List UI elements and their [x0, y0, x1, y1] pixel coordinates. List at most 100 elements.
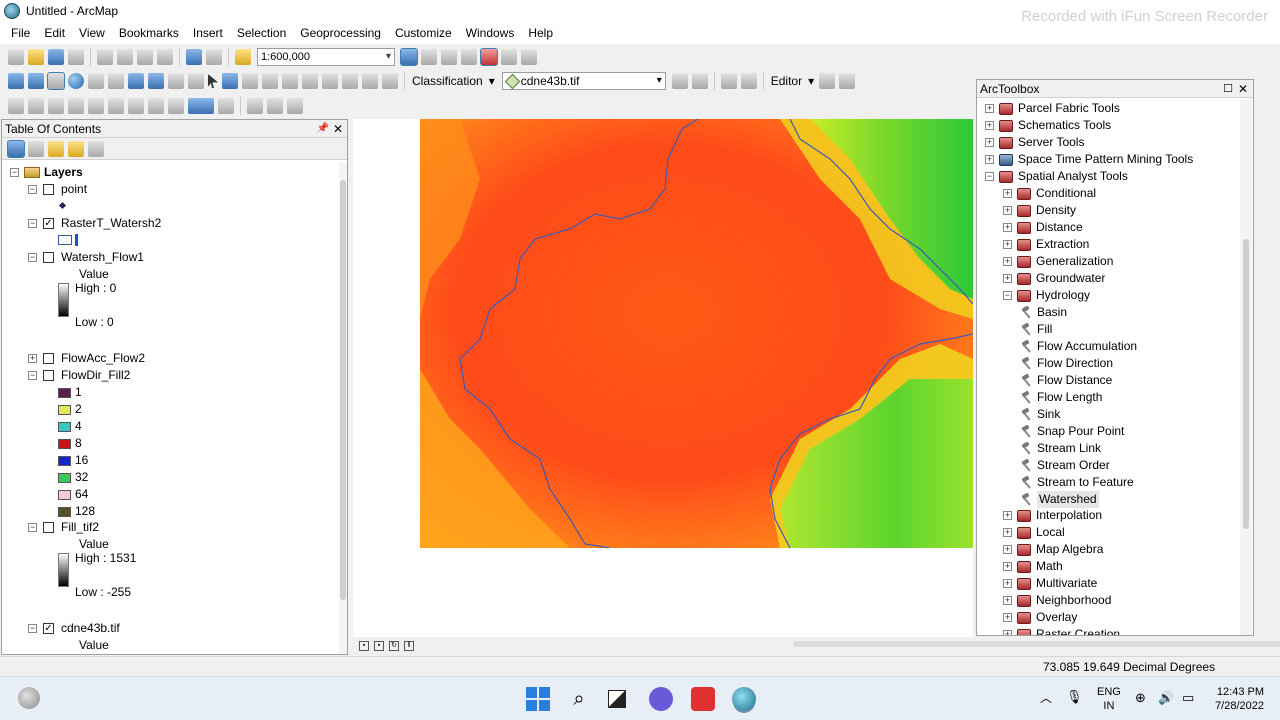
fixed-zoom-out-icon[interactable]: [108, 73, 124, 89]
select-features-icon[interactable]: [168, 73, 184, 89]
expand-icon[interactable]: +: [985, 104, 994, 113]
expand-icon[interactable]: +: [1003, 240, 1012, 249]
pause-drawing-icon[interactable]: ‖: [404, 641, 414, 651]
rotate-icon[interactable]: [28, 98, 44, 114]
expand-icon[interactable]: +: [1003, 613, 1012, 622]
select-elements-icon[interactable]: [208, 74, 218, 88]
class-color-swatch[interactable]: [58, 422, 71, 432]
editor-dropdown[interactable]: Editor: [771, 74, 802, 88]
previous-extent-icon[interactable]: [148, 98, 164, 114]
undo-icon[interactable]: [186, 49, 202, 65]
fill-color-icon[interactable]: [188, 98, 214, 114]
menu-help[interactable]: Help: [521, 26, 560, 40]
menu-insert[interactable]: Insert: [186, 26, 230, 40]
expand-icon[interactable]: +: [1003, 579, 1012, 588]
class-color-swatch[interactable]: [58, 507, 71, 517]
class-color-swatch[interactable]: [58, 388, 71, 398]
battery-icon[interactable]: ▭: [1182, 691, 1194, 705]
collapse-icon[interactable]: −: [10, 168, 19, 177]
scroll-thumb[interactable]: [1243, 239, 1249, 529]
table-icon[interactable]: [267, 98, 283, 114]
expand-icon[interactable]: +: [1003, 223, 1012, 232]
clock[interactable]: 12:43 PM 7/28/2022: [1208, 685, 1264, 713]
menu-edit[interactable]: Edit: [37, 26, 72, 40]
collapse-icon[interactable]: −: [985, 172, 994, 181]
layer-visibility-checkbox[interactable]: [43, 353, 54, 364]
layer-select-combo[interactable]: cdne43b.tif: [501, 72, 666, 90]
draw-polygon-icon[interactable]: [720, 73, 737, 89]
expand-icon[interactable]: +: [1003, 528, 1012, 537]
measure-icon[interactable]: [282, 73, 298, 89]
widgets-icon[interactable]: [18, 687, 40, 709]
show-hidden-icons-chevron-icon[interactable]: ︿: [1040, 691, 1052, 705]
map-horizontal-scrollbar[interactable]: [793, 641, 1280, 647]
zoom-out-icon[interactable]: [28, 73, 44, 89]
go-to-xy-icon[interactable]: [342, 73, 358, 89]
zoom-layer-icon[interactable]: [88, 98, 104, 114]
time-slider-icon[interactable]: [362, 73, 378, 89]
hand-icon[interactable]: [48, 98, 64, 114]
zoom-in-icon[interactable]: [8, 73, 24, 89]
expand-icon[interactable]: +: [1003, 596, 1012, 605]
collapse-icon[interactable]: −: [28, 253, 37, 262]
screen-recorder-icon[interactable]: [691, 687, 715, 711]
back-arrow-icon[interactable]: [128, 73, 144, 89]
expand-icon[interactable]: +: [1003, 206, 1012, 215]
collapse-icon[interactable]: −: [28, 371, 37, 380]
layout-view-icon[interactable]: ▪: [374, 641, 384, 651]
elevation-raster[interactable]: [420, 119, 973, 548]
attributes-icon[interactable]: [287, 98, 303, 114]
viewer-window-icon[interactable]: [382, 73, 398, 89]
next-extent-icon[interactable]: [168, 98, 184, 114]
expand-icon[interactable]: +: [28, 354, 37, 363]
network-icon[interactable]: ⊕: [1135, 691, 1146, 705]
menu-bookmarks[interactable]: Bookmarks: [112, 26, 186, 40]
arcmap-taskbar-icon[interactable]: [732, 687, 756, 711]
copy-icon[interactable]: [117, 49, 133, 65]
table-of-contents-icon[interactable]: [421, 49, 437, 65]
fixed-zoom-in-icon[interactable]: [88, 73, 104, 89]
delete-icon[interactable]: [157, 49, 173, 65]
maximize-icon[interactable]: ☐: [1223, 80, 1233, 98]
expand-icon[interactable]: +: [1003, 511, 1012, 520]
expand-icon[interactable]: +: [1003, 274, 1012, 283]
list-by-visibility-icon[interactable]: [48, 140, 64, 157]
search-icon[interactable]: ⌕: [567, 687, 591, 711]
classification-dropdown[interactable]: Classification: [412, 74, 483, 88]
find-binoculars-icon[interactable]: [302, 73, 318, 89]
clear-selection-icon[interactable]: [188, 73, 204, 89]
expand-icon[interactable]: +: [1003, 257, 1012, 266]
menu-file[interactable]: File: [4, 26, 37, 40]
layer-visibility-checkbox[interactable]: [43, 370, 54, 381]
forward-arrow-icon[interactable]: [148, 73, 164, 89]
microphone-icon[interactable]: 🎙: [1066, 690, 1083, 704]
list-by-selection-icon[interactable]: [68, 140, 84, 157]
flag-icon[interactable]: [740, 73, 757, 89]
print-icon[interactable]: [68, 49, 84, 65]
editor-toolbar-icon[interactable]: [400, 48, 418, 66]
new-document-icon[interactable]: [8, 49, 24, 65]
menu-customize[interactable]: Customize: [388, 26, 459, 40]
expand-icon[interactable]: +: [1003, 189, 1012, 198]
georeference-icon[interactable]: [8, 98, 24, 114]
redo-icon[interactable]: [206, 49, 222, 65]
class-color-swatch[interactable]: [58, 490, 71, 500]
collapse-icon[interactable]: −: [28, 523, 37, 532]
data-view-icon[interactable]: ▪: [359, 641, 369, 651]
model-builder-icon[interactable]: [521, 49, 537, 65]
collapse-icon[interactable]: −: [28, 185, 37, 194]
toc-scrollbar[interactable]: [339, 162, 347, 654]
layout-icon[interactable]: [247, 98, 263, 114]
expand-icon[interactable]: +: [1003, 562, 1012, 571]
expand-icon[interactable]: +: [1003, 630, 1012, 635]
options-icon[interactable]: [88, 140, 104, 157]
scroll-thumb[interactable]: [340, 180, 346, 600]
cut-icon[interactable]: [97, 49, 113, 65]
list-by-drawing-order-icon[interactable]: [7, 139, 25, 158]
edit-tool-icon[interactable]: [819, 73, 836, 89]
list-by-source-icon[interactable]: [28, 140, 44, 157]
collapse-icon[interactable]: −: [28, 219, 37, 228]
pan-hand-icon[interactable]: [47, 72, 65, 90]
class-color-swatch[interactable]: [58, 456, 71, 466]
zoom-width-icon[interactable]: [128, 98, 144, 114]
